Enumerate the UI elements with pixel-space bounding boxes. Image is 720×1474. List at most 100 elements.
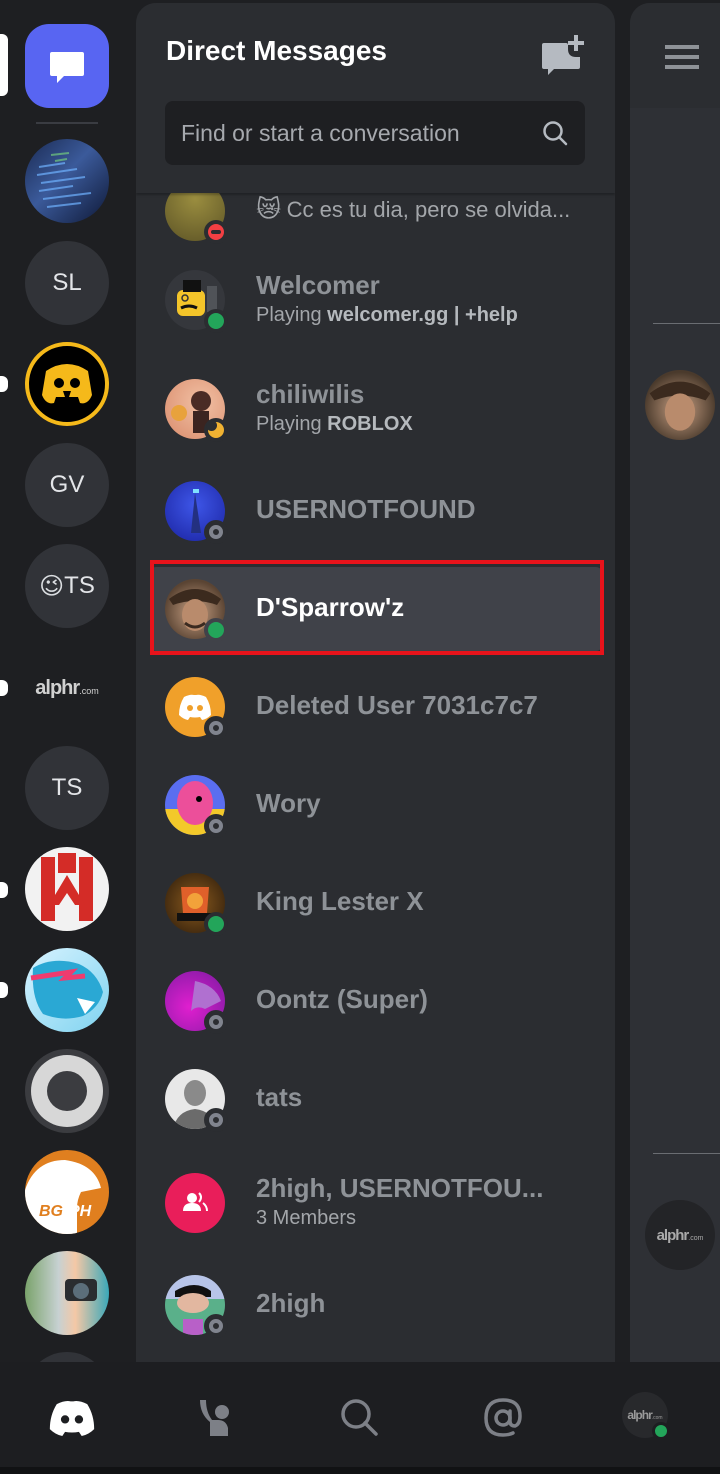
server-partial[interactable]	[25, 1352, 109, 1362]
divider	[653, 323, 720, 324]
dm-name: Wory	[256, 788, 321, 818]
dm-name: USERNOTFOUND	[256, 494, 476, 524]
nav-friends-button[interactable]	[188, 1390, 248, 1446]
unread-indicator	[0, 680, 8, 696]
status-dnd-icon	[204, 220, 228, 244]
camera-kid-photo	[65, 1279, 97, 1301]
dm-name: King Lester X	[256, 886, 424, 916]
dm-name: 2high	[256, 1288, 326, 1318]
dm-item-tats[interactable]: tats	[150, 1057, 602, 1141]
divider	[653, 1153, 720, 1154]
dm-item-chiliwilis[interactable]: chiliwilis Playing ROBLOX	[150, 367, 602, 451]
new-message-plus-icon	[542, 35, 584, 75]
status-online-icon	[652, 1422, 670, 1440]
dm-item-usernotfound[interactable]: USERNOTFOUND	[150, 469, 602, 553]
dm-name: Deleted User 7031c7c7	[256, 690, 538, 720]
group-dm-icon	[183, 1192, 208, 1212]
server-ts[interactable]: TS	[25, 746, 109, 830]
page-title: Direct Messages	[166, 35, 388, 66]
status-offline-icon	[204, 1108, 228, 1132]
dm-item-wory[interactable]: Wory	[150, 763, 602, 847]
direct-messages-panel: 😿 Cc es tu dia, pero se olvida... Welcom…	[136, 3, 615, 1362]
server-red-w[interactable]	[25, 847, 109, 931]
avatar[interactable]: alphr.com	[645, 1200, 715, 1270]
red-w-logo	[41, 853, 93, 921]
selected-indicator	[0, 34, 8, 96]
server-wink-ts[interactable]: 😉 TS	[25, 544, 109, 628]
server-alphr[interactable]: alphr.com	[25, 646, 109, 730]
chat-body: alphr.com	[630, 108, 720, 1362]
avatar[interactable]	[645, 370, 715, 440]
server-camera-photo[interactable]	[25, 1251, 109, 1335]
server-bgph[interactable]: BG PH	[25, 1150, 109, 1234]
code-screen-image	[36, 152, 92, 208]
rail-separator	[36, 122, 98, 124]
search-input[interactable]	[181, 119, 521, 147]
discord-app: SL GV 😉 TS alphr.com TS BG PH 😿 Cc es tu…	[0, 0, 720, 1474]
user-avatar: alphr.com	[627, 1408, 663, 1422]
bottom-nav: alphr.com	[0, 1362, 720, 1474]
status-idle-icon	[204, 418, 228, 442]
server-rail: SL GV 😉 TS alphr.com TS BG PH	[0, 0, 136, 1362]
friends-wave-icon	[200, 1400, 229, 1436]
dm-item-group[interactable]: 2high, USERNOTFOU... 3 Members	[150, 1161, 602, 1245]
server-brawl-stars[interactable]	[25, 342, 109, 426]
dm-name: 2high, USERNOTFOU...	[256, 1173, 544, 1203]
discord-logo-icon	[179, 694, 211, 720]
server-gv[interactable]: GV	[25, 443, 109, 527]
server-sl[interactable]: SL	[25, 241, 109, 325]
ring-logo	[31, 1055, 103, 1127]
bgph-chicken-logo: BG PH	[25, 1160, 101, 1234]
status-offline-icon	[204, 1010, 228, 1034]
unread-indicator	[0, 882, 8, 898]
dm-name: Welcomer	[256, 270, 380, 300]
dm-member-count: 3 Members	[256, 1207, 357, 1229]
dm-item-oontz[interactable]: Oontz (Super)	[150, 959, 602, 1043]
dm-header: Direct Messages	[136, 3, 615, 193]
brawl-stars-logo	[42, 364, 92, 404]
search-icon[interactable]	[541, 119, 569, 147]
status-offline-icon	[204, 814, 228, 838]
hamburger-menu-icon[interactable]	[665, 45, 699, 69]
server-code-screen[interactable]	[25, 139, 109, 223]
status-online-icon	[204, 912, 228, 936]
dm-activity: Playing welcomer.gg | +help	[256, 304, 518, 326]
dm-item-king-lester-x[interactable]: King Lester X	[150, 861, 602, 945]
dm-activity: Playing ROBLOX	[256, 413, 413, 435]
status-offline-icon	[204, 1314, 228, 1338]
dm-name: Oontz (Super)	[256, 984, 428, 1014]
unread-indicator	[0, 982, 8, 998]
svg-text:PH: PH	[69, 1203, 92, 1220]
discord-logo-icon	[49, 1401, 95, 1436]
nav-search-button[interactable]	[330, 1390, 390, 1446]
dm-item-dsparrowz[interactable]: D'Sparrow'z	[150, 567, 602, 651]
dm-item-welcomer[interactable]: Welcomer Playing welcomer.gg | +help	[150, 258, 602, 342]
system-bar	[0, 1467, 720, 1474]
crying-cat-emoji-icon: 😿	[256, 196, 282, 223]
dm-item-deleted-user[interactable]: Deleted User 7031c7c7	[150, 665, 602, 749]
server-blue-panther[interactable]	[25, 948, 109, 1032]
search-bar[interactable]	[165, 101, 585, 165]
chat-panel-peek[interactable]: alphr.com	[630, 3, 720, 1362]
dm-name: chiliwilis	[256, 379, 365, 409]
nav-mentions-button[interactable]	[473, 1390, 533, 1446]
nav-home-button[interactable]	[42, 1390, 102, 1446]
wink-emoji-icon: 😉	[39, 572, 65, 600]
status-offline-icon	[204, 520, 228, 544]
status-online-icon	[204, 309, 228, 333]
search-icon	[341, 1399, 378, 1436]
dm-subtitle: 😿 Cc es tu dia, pero se olvida...	[256, 196, 571, 223]
alphr-logo: alphr.com	[656, 1226, 704, 1244]
at-sign-icon	[484, 1398, 522, 1437]
new-dm-button[interactable]	[538, 33, 586, 77]
avatar	[165, 1173, 225, 1233]
blue-panther-logo	[30, 960, 103, 1019]
server-ring[interactable]	[25, 1049, 109, 1133]
dm-item-2high[interactable]: 2high	[150, 1263, 602, 1347]
status-online-icon	[204, 618, 228, 642]
svg-text:BG: BG	[39, 1203, 63, 1220]
unread-indicator	[0, 376, 8, 392]
direct-messages-home-button[interactable]	[25, 24, 109, 108]
alphr-logo: alphr.com	[35, 676, 99, 699]
chat-bubble-icon	[50, 52, 84, 83]
